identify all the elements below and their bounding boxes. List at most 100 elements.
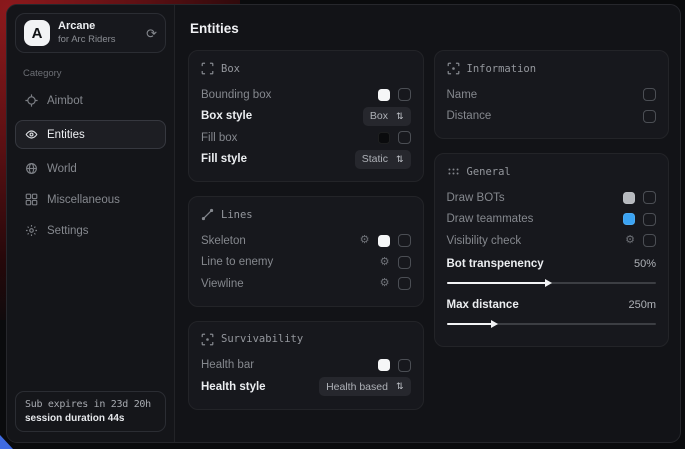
line-icon <box>201 208 214 221</box>
card-lines-header: Lines <box>201 208 411 221</box>
gear-icon[interactable]: ⚙ <box>380 257 390 268</box>
color-swatch[interactable] <box>378 235 390 247</box>
setting-row-distance: Distance <box>447 106 657 128</box>
sidebar-item-label: Entities <box>47 129 85 141</box>
max-distance-slider[interactable] <box>447 319 657 329</box>
sidebar-item-aimbot[interactable]: Aimbot <box>15 86 166 115</box>
fill-style-dropdown[interactable]: Static ⇅ <box>355 150 411 169</box>
box-corners-icon <box>201 62 214 75</box>
sub-expires-text: Sub expires in 23d 20h <box>25 399 156 410</box>
color-swatch[interactable] <box>378 359 390 371</box>
checkbox[interactable] <box>398 88 411 101</box>
app-subtitle: for Arc Riders <box>58 34 116 46</box>
slider-label-row: Max distance 250m <box>447 294 657 316</box>
gear-icon[interactable]: ⚙ <box>380 278 390 289</box>
target-brackets-icon <box>201 333 214 346</box>
sync-icon[interactable]: ⟳ <box>146 27 157 40</box>
gear-icon <box>24 224 38 238</box>
setting-row-skeleton: Skeleton ⚙ <box>201 230 411 252</box>
sidebar-item-entities[interactable]: Entities <box>15 120 166 149</box>
sidebar-item-settings[interactable]: Settings <box>15 216 166 245</box>
checkbox[interactable] <box>398 277 411 290</box>
checkbox[interactable] <box>643 191 656 204</box>
setting-row-visibility-check: Visibility check ⚙ <box>447 230 657 252</box>
setting-row-box-style: Box style Box ⇅ <box>201 106 411 128</box>
card-title: General <box>467 166 511 178</box>
card-general-header: General <box>447 165 657 178</box>
globe-icon <box>24 162 38 176</box>
checkbox[interactable] <box>643 88 656 101</box>
health-style-dropdown[interactable]: Health based ⇅ <box>319 377 410 396</box>
checkbox[interactable] <box>398 359 411 372</box>
slider-fill <box>447 323 493 325</box>
box-style-dropdown[interactable]: Box ⇅ <box>363 107 411 126</box>
session-duration-text: session duration 44s <box>25 413 156 424</box>
slider-value: 250m <box>628 299 656 311</box>
sidebar-nav: Aimbot Entities World <box>15 86 166 245</box>
app-avatar: A <box>24 20 50 46</box>
checkbox[interactable] <box>643 234 656 247</box>
left-column: Box Bounding box Box style Box <box>188 50 424 410</box>
setting-row-health-style: Health style Health based ⇅ <box>201 376 411 398</box>
card-lines: Lines Skeleton ⚙ Line to enemy ⚙ <box>188 196 424 307</box>
app-title-block: Arcane for Arc Riders <box>58 20 116 46</box>
setting-row-draw-teammates: Draw teammates <box>447 209 657 231</box>
slider-thumb[interactable] <box>491 320 498 328</box>
app-name: Arcane <box>58 20 116 34</box>
slider-thumb[interactable] <box>545 279 552 287</box>
cursor-pointer <box>0 435 13 449</box>
checkbox[interactable] <box>398 256 411 269</box>
updown-arrows-icon: ⇅ <box>396 155 404 164</box>
bot-transparency-slider[interactable] <box>447 278 657 288</box>
crosshair-icon <box>24 94 38 108</box>
target-brackets-icon <box>447 62 460 75</box>
setting-row-fill-box: Fill box <box>201 127 411 149</box>
sidebar-item-world[interactable]: World <box>15 154 166 183</box>
checkbox[interactable] <box>398 234 411 247</box>
app-logo-card: A Arcane for Arc Riders ⟳ <box>15 13 166 53</box>
grid-icon <box>24 193 38 207</box>
card-title: Lines <box>221 209 253 221</box>
card-survivability: Survivability Health bar Health style <box>188 321 424 410</box>
setting-row-bounding-box: Bounding box <box>201 84 411 106</box>
updown-arrows-icon: ⇅ <box>396 112 404 121</box>
sidebar-item-label: Settings <box>47 225 89 237</box>
slider-value: 50% <box>634 258 656 270</box>
checkbox[interactable] <box>398 131 411 144</box>
gear-icon[interactable]: ⚙ <box>625 235 635 246</box>
card-title: Box <box>221 63 240 75</box>
card-title: Information <box>467 63 537 75</box>
color-swatch[interactable] <box>378 132 390 144</box>
sidebar: A Arcane for Arc Riders ⟳ Category Aimbo… <box>7 5 175 442</box>
setting-row-viewline: Viewline ⚙ <box>201 273 411 295</box>
color-swatch[interactable] <box>623 213 635 225</box>
color-swatch[interactable] <box>623 192 635 204</box>
app-window: A Arcane for Arc Riders ⟳ Category Aimbo… <box>6 4 681 443</box>
sidebar-item-label: Miscellaneous <box>47 194 120 206</box>
right-column: Information Name Distance <box>434 50 670 347</box>
setting-row-name: Name <box>447 84 657 106</box>
max-distance-group: Max distance 250m <box>447 294 657 329</box>
setting-row-health-bar: Health bar <box>201 355 411 377</box>
card-title: Survivability <box>221 333 303 345</box>
setting-row-line-to-enemy: Line to enemy ⚙ <box>201 252 411 274</box>
gear-icon[interactable]: ⚙ <box>360 235 370 246</box>
card-general: General Draw BOTs Draw teammates <box>434 153 670 347</box>
updown-arrows-icon: ⇅ <box>396 382 404 391</box>
sidebar-item-miscellaneous[interactable]: Miscellaneous <box>15 185 166 214</box>
slider-fill <box>447 282 548 284</box>
page-title: Entities <box>190 21 669 36</box>
sidebar-item-label: World <box>47 163 77 175</box>
card-box-header: Box <box>201 62 411 75</box>
subscription-box: Sub expires in 23d 20h session duration … <box>15 391 166 432</box>
card-box: Box Bounding box Box style Box <box>188 50 424 182</box>
card-survivability-header: Survivability <box>201 333 411 346</box>
setting-row-draw-bots: Draw BOTs <box>447 187 657 209</box>
checkbox[interactable] <box>643 110 656 123</box>
card-information-header: Information <box>447 62 657 75</box>
checkbox[interactable] <box>643 213 656 226</box>
main-panel: Entities Box Bounding box <box>175 5 680 442</box>
eye-icon <box>24 128 38 142</box>
color-swatch[interactable] <box>378 89 390 101</box>
bot-transparency-group: Bot transpenency 50% <box>447 254 657 289</box>
